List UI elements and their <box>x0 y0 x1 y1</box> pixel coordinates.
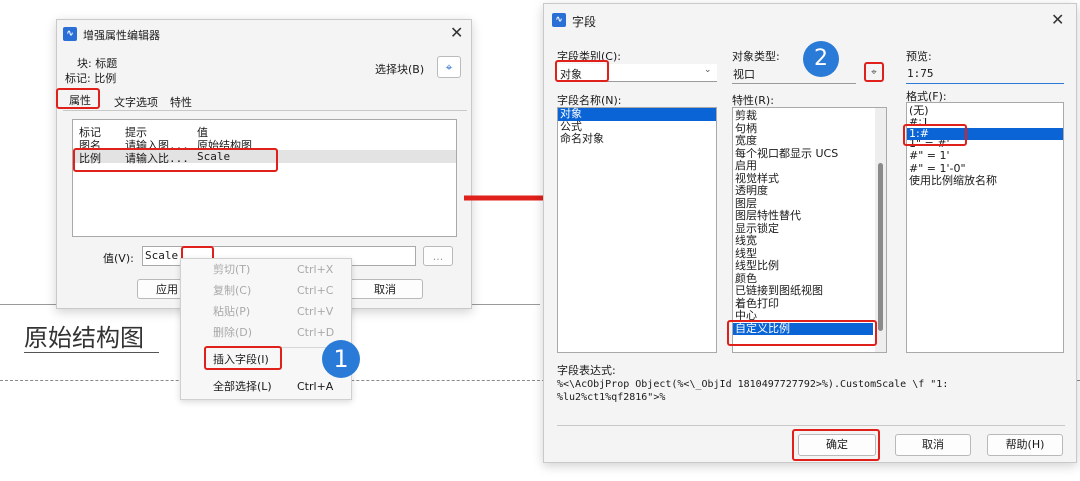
value-label: 值(V): <box>103 252 134 265</box>
preview-label: 预览: <box>906 50 932 63</box>
tab-panel-border <box>63 110 467 111</box>
select-block-button[interactable]: 选择块(B) <box>375 61 424 77</box>
properties-list[interactable]: 剪裁 句柄 宽度 每个视口都显示 UCS 启用 视觉样式 透明度 图层 图层特性… <box>732 107 887 353</box>
highlight-field-category <box>555 60 609 82</box>
app-icon: ∿ <box>63 27 77 41</box>
menu-item-copy[interactable]: 复制(C) Ctrl+C <box>181 280 353 301</box>
step-2-badge: 2 <box>803 41 839 77</box>
scrollbar-thumb[interactable] <box>878 163 883 331</box>
list-item[interactable]: 使用比例缩放名称 <box>907 174 1063 188</box>
cancel-button[interactable]: 取消 <box>895 434 971 456</box>
highlight-scale-row <box>73 148 278 172</box>
drawing-underline <box>24 352 159 353</box>
menu-item-label: 删除(D) <box>213 326 253 339</box>
tab-properties[interactable]: 特性 <box>170 94 192 110</box>
field-names-list[interactable]: 对象 公式 命名对象 <box>557 107 717 353</box>
tab-text-options[interactable]: 文字选项 <box>114 94 158 110</box>
menu-item-label: 全部选择(L) <box>213 380 272 393</box>
menu-item-shortcut: Ctrl+A <box>297 380 334 393</box>
object-type-label: 对象类型: <box>732 50 780 63</box>
chevron-down-icon: ⌄ <box>704 65 712 75</box>
list-item[interactable]: 已链接到图纸视图 <box>733 284 873 298</box>
list-item[interactable]: 宽度 <box>733 134 873 148</box>
highlight-select-object <box>864 62 884 82</box>
properties-label: 特性(R): <box>732 94 774 107</box>
menu-item-select-all[interactable]: 全部选择(L) Ctrl+A <box>181 376 353 397</box>
cancel-button[interactable]: 取消 <box>347 279 423 299</box>
menu-item-delete[interactable]: 删除(D) Ctrl+D <box>181 322 353 343</box>
dialog-title: 增强属性编辑器 <box>83 29 160 42</box>
menu-item-label: 粘贴(P) <box>213 305 251 318</box>
menu-item-shortcut: Ctrl+C <box>297 284 334 297</box>
list-item[interactable]: 命名对象 <box>558 132 716 146</box>
preview-value: 1:75 <box>907 67 934 80</box>
expression-divider <box>557 425 1065 426</box>
list-item[interactable]: (无) <box>907 104 1063 118</box>
list-item-selected[interactable]: 对象 <box>558 107 716 121</box>
list-item[interactable]: 透明度 <box>733 184 873 198</box>
drawing-title-text: 原始结构图 <box>24 324 144 352</box>
ellipsis-button[interactable]: ... <box>423 246 453 266</box>
menu-item-label: 剪切(T) <box>213 263 251 276</box>
list-item[interactable]: 线宽 <box>733 234 873 248</box>
list-item[interactable]: 图层特性替代 <box>733 209 873 223</box>
menu-item-paste[interactable]: 粘贴(P) Ctrl+V <box>181 301 353 322</box>
menu-item-shortcut: Ctrl+D <box>297 326 335 339</box>
context-menu: 剪切(T) Ctrl+X 复制(C) Ctrl+C 粘贴(P) Ctrl+V 删… <box>180 258 352 400</box>
help-button[interactable]: 帮助(H) <box>987 434 1063 456</box>
highlight-attributes-tab <box>56 88 100 109</box>
list-item[interactable]: 线型比例 <box>733 259 873 273</box>
dialog-title: 字段 <box>572 15 597 29</box>
highlight-insert-field <box>204 346 282 370</box>
select-block-icon-button[interactable]: ⌖ <box>437 56 461 78</box>
menu-item-shortcut: Ctrl+X <box>297 263 334 276</box>
menu-item-label: 复制(C) <box>213 284 252 297</box>
properties-scrollbar[interactable] <box>875 108 886 352</box>
list-item[interactable]: #" = 1' <box>907 149 1063 163</box>
value-input-text: Scale <box>145 249 179 262</box>
field-dialog: ∿ 字段 ✕ 字段类别(C): 对象 ⌄ 对象类型: 视口 ⌖ 2 预览: 1:… <box>543 3 1077 463</box>
preview-underline <box>906 83 1064 84</box>
attribute-table[interactable]: 标记 提示 值 图名 请输入图... 原始结构图 比例 请输入比... Scal… <box>72 119 457 237</box>
object-type-value: 视口 <box>733 68 755 81</box>
step-1-badge: 1 <box>322 340 360 378</box>
menu-item-cut[interactable]: 剪切(T) Ctrl+X <box>181 259 353 280</box>
app-icon: ∿ <box>552 13 566 27</box>
block-info: 块: 标题 <box>77 57 118 70</box>
format-items: (无) #:1 1:# 1" = #' #" = 1' #" = 1'-0" 使… <box>907 104 1063 188</box>
list-item[interactable]: 启用 <box>733 159 873 173</box>
highlight-format-1-to-n <box>903 124 967 146</box>
expression-line-2: %lu2%ct1%qf2816">% <box>557 392 666 403</box>
highlight-ok-button <box>792 429 880 461</box>
tag-info: 标记: 比例 <box>65 72 117 85</box>
expression-line-1: %<\AcObjProp Object(%<\_ObjId 1810497727… <box>557 379 949 390</box>
close-icon[interactable]: ✕ <box>1051 12 1064 28</box>
close-icon[interactable]: ✕ <box>450 25 463 41</box>
field-names-label: 字段名称(N): <box>557 94 622 107</box>
highlight-custom-scale <box>727 320 877 346</box>
properties-items: 剪裁 句柄 宽度 每个视口都显示 UCS 启用 视觉样式 透明度 图层 图层特性… <box>733 109 873 335</box>
list-item[interactable]: 剪裁 <box>733 109 873 123</box>
expression-label: 字段表达式: <box>557 364 616 377</box>
menu-item-shortcut: Ctrl+V <box>297 305 334 318</box>
object-type-underline <box>732 83 856 84</box>
